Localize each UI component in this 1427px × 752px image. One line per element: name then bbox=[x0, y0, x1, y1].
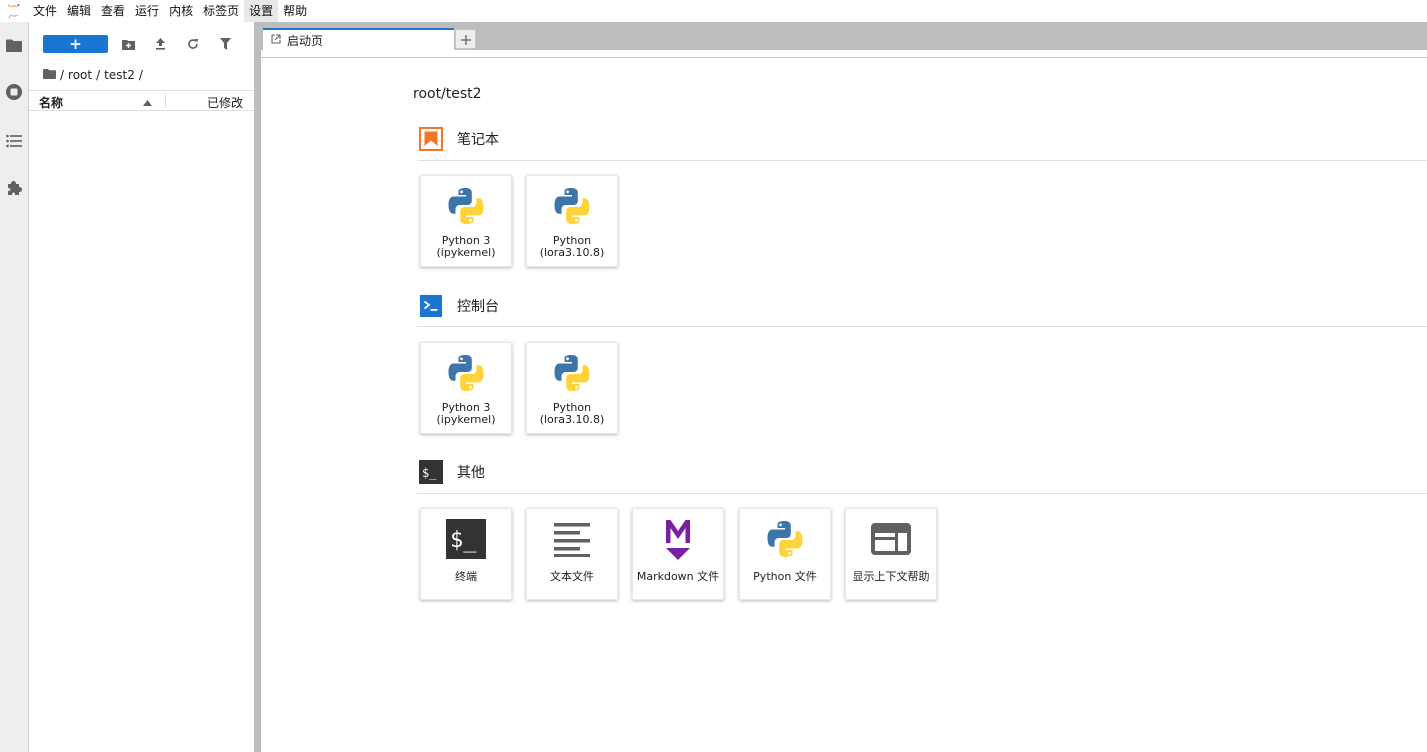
card-label: 文本文件 bbox=[550, 570, 594, 583]
panel-split-handle[interactable] bbox=[254, 22, 261, 752]
breadcrumb-separator: / bbox=[138, 68, 143, 82]
tab-label: 启动页 bbox=[287, 33, 324, 48]
launcher-card-notebook-python-lora[interactable]: Python (lora3.10.8) bbox=[526, 175, 618, 267]
column-header-name[interactable]: 名称 bbox=[39, 94, 63, 111]
menu-edit[interactable]: 编辑 bbox=[62, 0, 96, 22]
launcher-cwd: root/test2 bbox=[413, 86, 482, 102]
menu-kernel[interactable]: 内核 bbox=[164, 0, 198, 22]
other-terminal-icon: $_ bbox=[419, 460, 443, 484]
new-launcher-button[interactable]: + bbox=[43, 35, 108, 53]
breadcrumb-test2[interactable]: test2 bbox=[104, 68, 135, 82]
section-notebook-title: 笔记本 bbox=[457, 132, 499, 148]
python-icon bbox=[421, 183, 511, 229]
card-label: Python (lora3.10.8) bbox=[539, 234, 605, 259]
table-of-contents-icon bbox=[6, 133, 22, 152]
terminal-icon: $_ bbox=[421, 516, 511, 562]
card-label: Python 3 (ipykernel) bbox=[436, 401, 496, 426]
python-icon bbox=[527, 350, 617, 396]
activity-bar bbox=[0, 22, 29, 752]
refresh-button[interactable] bbox=[184, 36, 202, 52]
console-icon bbox=[419, 294, 443, 318]
extension-puzzle-icon bbox=[6, 180, 22, 200]
launcher-panel: root/test2 笔记本 Python 3 (ipykernel) Pyth… bbox=[261, 58, 1427, 752]
extension-manager-tab[interactable] bbox=[0, 173, 28, 207]
section-divider bbox=[417, 326, 1427, 327]
breadcrumb-root[interactable]: root bbox=[68, 68, 92, 82]
card-label: 终端 bbox=[455, 570, 477, 583]
plus-icon: + bbox=[69, 34, 82, 53]
menu-file[interactable]: 文件 bbox=[28, 0, 62, 22]
tab-launcher[interactable]: 启动页 bbox=[263, 28, 454, 50]
sort-ascending-icon bbox=[143, 95, 152, 109]
column-header-modified[interactable]: 已修改 bbox=[207, 94, 243, 111]
launcher-card-terminal[interactable]: $_ 终端 bbox=[420, 508, 512, 600]
breadcrumb-separator: / bbox=[60, 68, 65, 82]
file-browser-tab[interactable] bbox=[0, 29, 28, 63]
file-list-header: 名称 已修改 bbox=[29, 90, 254, 111]
breadcrumb-separator: / bbox=[96, 68, 101, 82]
file-browser-toolbar: + bbox=[29, 22, 254, 66]
filter-icon bbox=[219, 35, 231, 54]
section-other-header: $_ 其他 bbox=[419, 460, 485, 484]
launcher-card-text-file[interactable]: 文本文件 bbox=[526, 508, 618, 600]
card-label: 显示上下文帮助 bbox=[852, 570, 930, 583]
filter-button[interactable] bbox=[216, 36, 234, 52]
new-folder-button[interactable] bbox=[119, 36, 137, 52]
svg-text:$_: $_ bbox=[450, 528, 477, 553]
text-file-icon bbox=[527, 516, 617, 562]
launcher-card-console-python3[interactable]: Python 3 (ipykernel) bbox=[420, 342, 512, 434]
launcher-card-console-python-lora[interactable]: Python (lora3.10.8) bbox=[526, 342, 618, 434]
section-divider bbox=[417, 160, 1427, 161]
launcher-card-notebook-python3[interactable]: Python 3 (ipykernel) bbox=[420, 175, 512, 267]
launcher-card-markdown-file[interactable]: Markdown 文件 bbox=[632, 508, 724, 600]
add-tab-button[interactable] bbox=[455, 29, 476, 49]
new-folder-icon bbox=[121, 35, 135, 54]
running-sessions-icon bbox=[5, 83, 23, 105]
python-icon bbox=[527, 183, 617, 229]
section-console-header: 控制台 bbox=[419, 294, 499, 318]
section-console-title: 控制台 bbox=[457, 299, 499, 315]
menu-bar: 文件 编辑 查看 运行 内核 标签页 设置 帮助 bbox=[0, 0, 1427, 22]
breadcrumb-home-folder-icon[interactable] bbox=[43, 68, 56, 82]
plus-icon bbox=[460, 30, 471, 49]
section-notebook-header: 笔记本 bbox=[419, 127, 499, 151]
breadcrumb: / root / test2 / bbox=[43, 67, 143, 83]
launcher-card-python-file[interactable]: Python 文件 bbox=[739, 508, 831, 600]
card-label: Python (lora3.10.8) bbox=[539, 401, 605, 426]
file-browser-panel: + / root / test2 / 名称 已修改 bbox=[29, 22, 254, 752]
upload-icon bbox=[155, 35, 166, 54]
svg-text:$_: $_ bbox=[422, 466, 437, 480]
menu-help[interactable]: 帮助 bbox=[278, 0, 312, 22]
menu-settings[interactable]: 设置 bbox=[244, 0, 279, 22]
refresh-icon bbox=[187, 35, 199, 54]
python-icon bbox=[740, 516, 830, 562]
launcher-tab-icon bbox=[271, 33, 281, 47]
menu-view[interactable]: 查看 bbox=[96, 0, 130, 22]
menu-tabs[interactable]: 标签页 bbox=[198, 0, 244, 22]
upload-button[interactable] bbox=[151, 36, 169, 52]
section-divider bbox=[417, 493, 1427, 494]
section-other-title: 其他 bbox=[457, 465, 485, 481]
python-icon bbox=[421, 350, 511, 396]
card-label: Markdown 文件 bbox=[636, 570, 720, 583]
column-divider[interactable] bbox=[165, 93, 166, 108]
card-label: Python 文件 bbox=[753, 570, 817, 583]
running-sessions-tab[interactable] bbox=[0, 77, 28, 111]
launcher-card-context-help[interactable]: 显示上下文帮助 bbox=[845, 508, 937, 600]
markdown-icon bbox=[633, 516, 723, 562]
main-tab-bar: 启动页 bbox=[261, 22, 1427, 50]
folder-icon bbox=[6, 37, 22, 56]
jupyter-logo-icon bbox=[0, 0, 28, 22]
menu-run[interactable]: 运行 bbox=[130, 0, 164, 22]
context-help-icon bbox=[846, 516, 936, 562]
notebook-icon bbox=[419, 127, 443, 151]
card-label: Python 3 (ipykernel) bbox=[436, 234, 496, 259]
table-of-contents-tab[interactable] bbox=[0, 125, 28, 159]
